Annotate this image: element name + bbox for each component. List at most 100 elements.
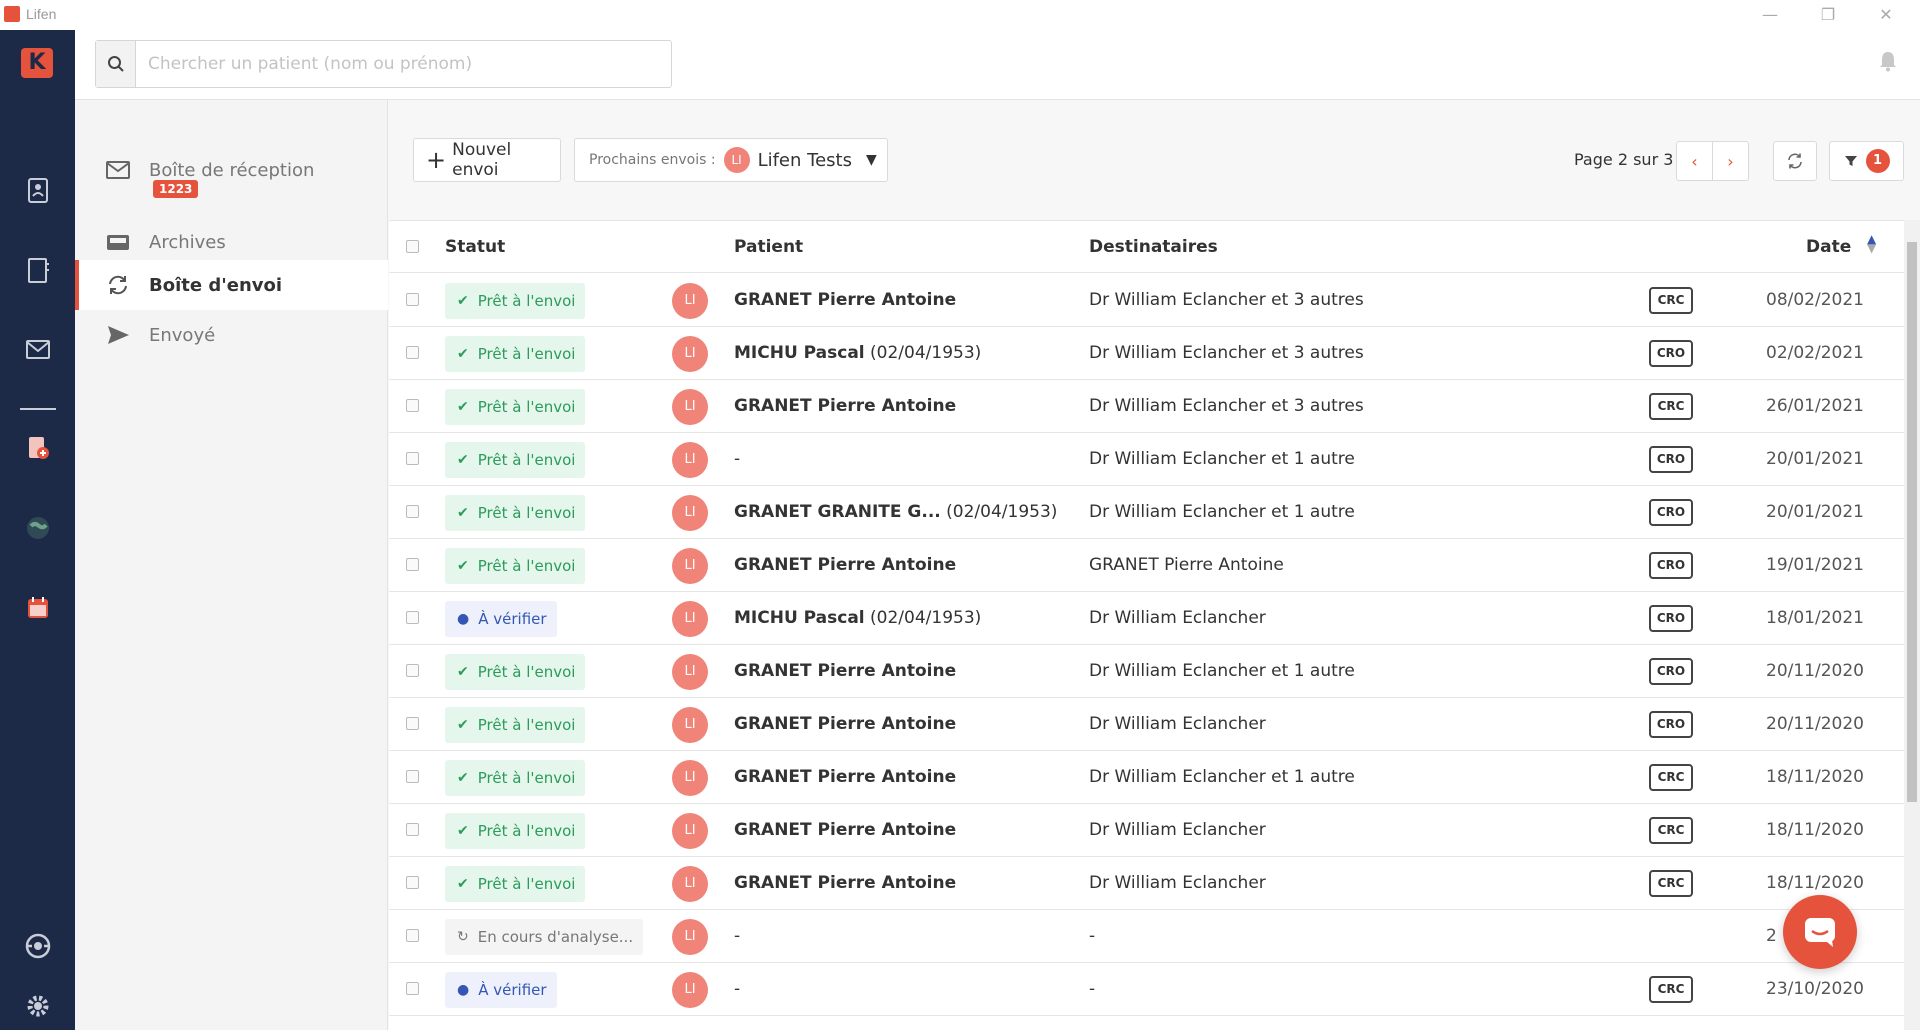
table-row[interactable]: ● À vérifier LI - - CRC 23/10/2020 bbox=[389, 963, 1904, 1016]
search-input[interactable] bbox=[148, 53, 648, 75]
row-checkbox[interactable] bbox=[406, 293, 419, 306]
table-row[interactable]: ● À vérifier LI MICHU Pascal (02/04/1953) Dr… bbox=[389, 592, 1904, 645]
patient-cell[interactable]: GRANET GRANITE G... (02/04/1953) bbox=[734, 502, 1057, 522]
table-row[interactable]: ✔ Prêt à l'envoi LI GRANET Pierre Antoine Dr… bbox=[389, 645, 1904, 698]
patient-cell[interactable]: GRANET Pierre Antoine bbox=[734, 714, 956, 734]
next-sends-dropdown[interactable]: Prochains envois : LI Lifen Tests ▼ bbox=[574, 138, 888, 182]
status-label: En cours d'analyse... bbox=[477, 928, 634, 946]
patient-name: GRANET Pierre Antoine bbox=[734, 661, 957, 681]
patient-name: GRANET Pierre Antoine bbox=[734, 714, 957, 734]
table-row[interactable]: ✔ Prêt à l'envoi LI GRANET Pierre Antoine Dr… bbox=[389, 804, 1904, 857]
patient-cell[interactable]: GRANET Pierre Antoine bbox=[734, 290, 956, 310]
row-checkbox[interactable] bbox=[406, 876, 419, 889]
chat-launcher-button[interactable] bbox=[1783, 895, 1857, 969]
next-page-button[interactable]: › bbox=[1712, 141, 1749, 181]
status-ready-icon: ✔ bbox=[457, 770, 469, 786]
table-row[interactable]: ✔ Prêt à l'envoi LI GRANET GRANITE G... (02… bbox=[389, 486, 1904, 539]
calendar-icon[interactable] bbox=[22, 592, 54, 624]
filter-button[interactable]: 1 bbox=[1829, 141, 1904, 181]
folder-outbox[interactable]: Boîte d'envoi bbox=[75, 260, 388, 310]
new-send-button[interactable]: + Nouvel envoi bbox=[413, 138, 561, 182]
table-row[interactable]: ✔ Prêt à l'envoi LI MICHU Pascal (02/04/195… bbox=[389, 327, 1904, 380]
table-row[interactable]: ✔ Prêt à l'envoi LI GRANET Pierre Antoine GR… bbox=[389, 539, 1904, 592]
prev-page-button[interactable]: ‹ bbox=[1676, 141, 1713, 181]
row-checkbox[interactable] bbox=[406, 929, 419, 942]
patient-cell[interactable]: GRANET Pierre Antoine bbox=[734, 873, 956, 893]
table-row[interactable]: ✔ Prêt à l'envoi LI GRANET Pierre Antoine Dr… bbox=[389, 751, 1904, 804]
minimize-button[interactable]: — bbox=[1750, 3, 1790, 27]
status-label: Prêt à l'envoi bbox=[477, 398, 576, 416]
status-label: Prêt à l'envoi bbox=[477, 504, 576, 522]
patient-cell[interactable]: - bbox=[734, 979, 740, 999]
document-type-badge: CRC bbox=[1649, 976, 1693, 1003]
patient-cell[interactable]: GRANET Pierre Antoine bbox=[734, 555, 956, 575]
table-scrollbar[interactable] bbox=[1904, 220, 1920, 1030]
row-checkbox[interactable] bbox=[406, 823, 419, 836]
row-checkbox[interactable] bbox=[406, 717, 419, 730]
table-row[interactable]: ✔ Prêt à l'envoi LI GRANET Pierre Antoine Dr… bbox=[389, 857, 1904, 910]
inbox-count-badge: 1223 bbox=[153, 180, 199, 198]
folder-inbox[interactable]: Boîte de réception bbox=[75, 145, 388, 195]
document-plus-icon[interactable] bbox=[22, 432, 54, 464]
row-checkbox[interactable] bbox=[406, 982, 419, 995]
lifen-logo-icon[interactable]: K bbox=[21, 48, 53, 78]
patient-cell[interactable]: GRANET Pierre Antoine bbox=[734, 396, 956, 416]
patient-cell[interactable]: GRANET Pierre Antoine bbox=[734, 767, 956, 787]
table-row[interactable]: ↻ En cours d'analyse... LI - - 2 bbox=[389, 910, 1904, 963]
col-status-header[interactable]: Statut bbox=[445, 237, 505, 257]
status-ready-icon: ✔ bbox=[457, 293, 469, 309]
table-row[interactable]: ✔ Prêt à l'envoi LI GRANET Pierre Antoine Dr… bbox=[389, 274, 1904, 327]
avatar: LI bbox=[672, 442, 708, 478]
row-checkbox[interactable] bbox=[406, 664, 419, 677]
patient-cell[interactable]: GRANET Pierre Antoine bbox=[734, 661, 956, 681]
status-badge: ✔ Prêt à l'envoi bbox=[445, 813, 586, 849]
avatar: LI bbox=[672, 919, 708, 955]
recipients-cell: Dr William Eclancher bbox=[1089, 873, 1266, 893]
table-row[interactable]: ✔ Prêt à l'envoi LI GRANET Pierre Antoine Dr… bbox=[389, 380, 1904, 433]
refresh-button[interactable] bbox=[1773, 141, 1817, 181]
search-icon[interactable] bbox=[96, 41, 136, 87]
row-checkbox[interactable] bbox=[406, 770, 419, 783]
patient-cell[interactable]: MICHU Pascal (02/04/1953) bbox=[734, 343, 981, 363]
plus-icon: + bbox=[426, 146, 447, 174]
avatar: LI bbox=[672, 548, 708, 584]
patient-cell[interactable]: - bbox=[734, 926, 740, 946]
sort-icon[interactable]: ▲ ▼ bbox=[1867, 233, 1876, 254]
patient-cell[interactable]: MICHU Pascal (02/04/1953) bbox=[734, 608, 981, 628]
status-label: Prêt à l'envoi bbox=[477, 769, 576, 787]
status-label: Prêt à l'envoi bbox=[477, 822, 576, 840]
scrollbar-thumb[interactable] bbox=[1907, 242, 1917, 802]
restore-button[interactable]: ❐ bbox=[1808, 3, 1848, 27]
row-checkbox[interactable] bbox=[406, 558, 419, 571]
row-checkbox[interactable] bbox=[406, 452, 419, 465]
col-recipients-header[interactable]: Destinataires bbox=[1089, 237, 1218, 257]
globe-icon[interactable] bbox=[22, 512, 54, 544]
date-cell: 20/11/2020 bbox=[1766, 714, 1864, 734]
col-date-header[interactable]: Date bbox=[1806, 237, 1851, 257]
mailbox-folders: Boîte de réception 1223 Archives Boîte d… bbox=[75, 100, 388, 1030]
row-checkbox[interactable] bbox=[406, 346, 419, 359]
patient-cell[interactable]: - bbox=[734, 449, 740, 469]
close-button[interactable]: ✕ bbox=[1866, 3, 1906, 27]
col-patient-header[interactable]: Patient bbox=[734, 237, 803, 257]
filter-count-badge: 1 bbox=[1865, 149, 1890, 173]
folder-sent[interactable]: Envoyé bbox=[75, 310, 388, 360]
caret-down-icon: ▼ bbox=[865, 152, 877, 168]
patient-file-icon[interactable] bbox=[22, 174, 54, 206]
avatar: LI bbox=[672, 389, 708, 425]
status-ready-icon: ✔ bbox=[457, 823, 469, 839]
patient-cell[interactable]: GRANET Pierre Antoine bbox=[734, 820, 956, 840]
document-type-badge: CRC bbox=[1649, 870, 1693, 897]
table-row[interactable]: ✔ Prêt à l'envoi LI GRANET Pierre Antoine Dr… bbox=[389, 698, 1904, 751]
contacts-book-icon[interactable] bbox=[22, 254, 54, 286]
table-row[interactable]: ✔ Prêt à l'envoi LI - Dr William Eclancher e… bbox=[389, 433, 1904, 486]
notification-bell-icon[interactable] bbox=[1878, 50, 1898, 72]
mail-icon[interactable] bbox=[22, 333, 54, 365]
row-checkbox[interactable] bbox=[406, 399, 419, 412]
support-icon[interactable] bbox=[22, 930, 54, 962]
select-all-checkbox[interactable] bbox=[406, 240, 419, 253]
row-checkbox[interactable] bbox=[406, 505, 419, 518]
recipients-cell: - bbox=[1089, 979, 1096, 999]
settings-icon[interactable] bbox=[22, 990, 54, 1022]
row-checkbox[interactable] bbox=[406, 611, 419, 624]
